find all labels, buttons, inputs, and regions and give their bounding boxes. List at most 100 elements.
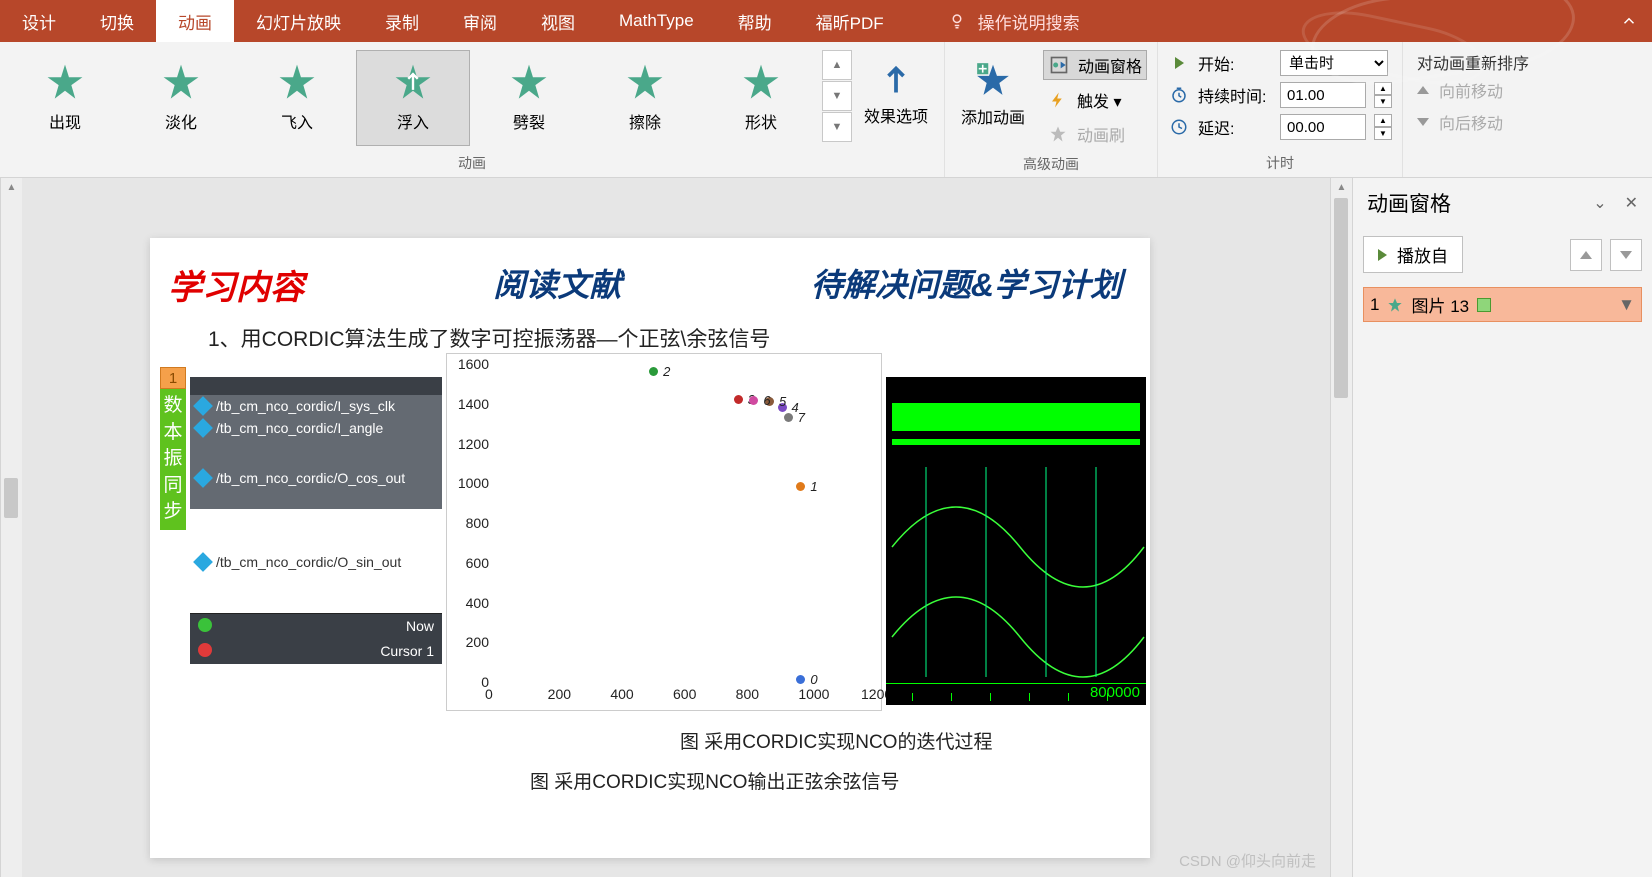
caption-2: 图 采用CORDIC实现NCO输出正弦余弦信号 xyxy=(530,767,899,794)
tab-design[interactable]: 设计 xyxy=(0,0,78,42)
caption-1: 图 采用CORDIC实现NCO的迭代过程 xyxy=(680,727,992,754)
chart-point: 1 xyxy=(810,479,817,494)
animation-pane-label: 动画窗格 xyxy=(1078,53,1142,77)
scatter-chart: 0200400600800100012001400160002004006008… xyxy=(446,353,882,711)
item-label: 图片 13 xyxy=(1411,292,1469,317)
main-area: ▲ 学习内容 阅读文献 待解决问题&学习计划 1、用CORDIC算法生成了数字可… xyxy=(0,178,1652,877)
pane-close-icon[interactable]: ✕ xyxy=(1625,193,1638,213)
effect-options-button[interactable]: 效果选项 xyxy=(852,46,940,142)
delay-icon xyxy=(1168,116,1190,138)
add-animation-button[interactable]: 添加动画 xyxy=(949,46,1037,142)
anim-floatin[interactable]: 浮入 xyxy=(356,50,470,146)
signal-row: /tb_cm_nco_cordic/O_sin_out xyxy=(190,551,442,573)
duration-label: 持续时间: xyxy=(1198,83,1272,107)
chart-point: 6 xyxy=(763,393,770,408)
section-advanced-label: 高级动画 xyxy=(949,152,1153,176)
trigger-label: 触发 ▾ xyxy=(1077,88,1121,112)
diamond-icon xyxy=(193,396,213,416)
diamond-icon xyxy=(193,418,213,438)
play-icon xyxy=(1378,249,1387,261)
gallery-up[interactable]: ▲ xyxy=(822,50,852,80)
animation-list-item[interactable]: 1 图片 13 ▼ xyxy=(1363,287,1642,322)
anim-fade[interactable]: 淡化 xyxy=(124,50,238,146)
slide[interactable]: 学习内容 阅读文献 待解决问题&学习计划 1、用CORDIC算法生成了数字可控振… xyxy=(150,238,1150,858)
add-animation-label: 添加动画 xyxy=(961,104,1025,128)
move-later-button: 向后移动 xyxy=(1417,106,1529,138)
duration-icon xyxy=(1168,84,1190,106)
anim-label: 淡化 xyxy=(165,109,197,133)
lightbulb-icon xyxy=(946,10,968,32)
anim-label: 形状 xyxy=(745,109,777,133)
collapse-ribbon-icon[interactable] xyxy=(1606,0,1652,42)
start-icon xyxy=(1168,52,1190,74)
anim-label: 劈裂 xyxy=(513,109,545,133)
tab-transition[interactable]: 切换 xyxy=(78,0,156,42)
item-dropdown-icon[interactable]: ▼ xyxy=(1618,295,1635,315)
diamond-icon xyxy=(193,552,213,572)
tab-foxit[interactable]: 福昕PDF xyxy=(794,0,906,42)
tab-animation[interactable]: 动画 xyxy=(156,0,234,42)
duration-input[interactable]: 01.00 xyxy=(1280,82,1366,108)
trigger-icon xyxy=(1047,89,1069,111)
delay-up[interactable]: ▲ xyxy=(1374,114,1392,127)
down-icon xyxy=(1417,118,1429,126)
anim-label: 擦除 xyxy=(629,109,661,133)
ribbon-tabs: 设计 切换 动画 幻灯片放映 录制 审阅 视图 MathType 帮助 福昕PD… xyxy=(0,0,1652,42)
diamond-icon xyxy=(193,468,213,488)
signal-row: /tb_cm_nco_cordic/O_cos_out xyxy=(190,467,442,489)
wave-footer: Cursor 1 xyxy=(190,639,442,664)
tell-me-label: 操作说明搜索 xyxy=(978,9,1080,34)
slide-scrollbar[interactable]: ▲ xyxy=(1330,178,1352,877)
section-animation-label: 动画 xyxy=(4,151,940,175)
slide-canvas[interactable]: 学习内容 阅读文献 待解决问题&学习计划 1、用CORDIC算法生成了数字可控振… xyxy=(22,178,1330,877)
timeline-marker xyxy=(1477,298,1491,312)
tab-record[interactable]: 录制 xyxy=(363,0,441,42)
delay-down[interactable]: ▼ xyxy=(1374,127,1392,140)
start-label: 开始: xyxy=(1198,51,1272,75)
tab-review[interactable]: 审阅 xyxy=(441,0,519,42)
tab-view[interactable]: 视图 xyxy=(519,0,597,42)
painter-label: 动画刷 xyxy=(1077,122,1125,146)
animation-pane-toggle[interactable]: 动画窗格 xyxy=(1043,50,1147,80)
play-from-button[interactable]: 播放自 xyxy=(1363,236,1463,273)
left-scrollbar[interactable]: ▲ xyxy=(0,178,22,877)
pane-title: 动画窗格 xyxy=(1367,188,1451,218)
move-up-button[interactable] xyxy=(1570,239,1602,271)
watermark: CSDN @仰头向前走 xyxy=(1179,850,1316,871)
chart-point: 5 xyxy=(779,394,786,409)
pane-collapse-icon[interactable]: ⌄ xyxy=(1593,193,1606,213)
anim-split[interactable]: 劈裂 xyxy=(472,50,586,146)
anim-label: 浮入 xyxy=(397,109,429,133)
section-timing-label: 计时 xyxy=(1162,151,1398,175)
wf-value: 800000 xyxy=(1090,684,1140,701)
heading-1: 学习内容 xyxy=(168,260,304,309)
anim-wipe[interactable]: 擦除 xyxy=(588,50,702,146)
move-down-button[interactable] xyxy=(1610,239,1642,271)
tab-help[interactable]: 帮助 xyxy=(716,0,794,42)
delay-label: 延迟: xyxy=(1198,115,1272,139)
animation-pane: 动画窗格 ⌄ ✕ 播放自 1 图片 13 ▼ xyxy=(1352,178,1652,877)
anim-label: 出现 xyxy=(49,109,81,133)
sine-wave-icon xyxy=(886,377,1146,705)
delay-input[interactable]: 00.00 xyxy=(1280,114,1366,140)
section-reorder-label xyxy=(1407,171,1539,175)
trigger-button[interactable]: 触发 ▾ xyxy=(1043,86,1147,114)
heading-2: 阅读文献 xyxy=(493,260,621,309)
effect-options-label: 效果选项 xyxy=(864,103,928,127)
waveform-panel: 800000 xyxy=(886,377,1146,705)
anim-appear[interactable]: 出现 xyxy=(8,50,122,146)
signal-row: /tb_cm_nco_cordic/I_sys_clk xyxy=(190,395,442,417)
anim-flyin[interactable]: 飞入 xyxy=(240,50,354,146)
tab-mathtype[interactable]: MathType xyxy=(597,0,716,42)
move-later-label: 向后移动 xyxy=(1439,110,1503,134)
gallery-more[interactable]: ▼ xyxy=(822,112,852,142)
gallery-down[interactable]: ▼ xyxy=(822,81,852,111)
heading-3: 待解决问题&学习计划 xyxy=(811,260,1122,309)
pane-icon xyxy=(1048,54,1070,76)
dur-down[interactable]: ▼ xyxy=(1374,95,1392,108)
tell-me-search[interactable]: 操作说明搜索 xyxy=(924,0,1102,42)
anim-shape[interactable]: 形状 xyxy=(704,50,818,146)
tab-slideshow[interactable]: 幻灯片放映 xyxy=(234,0,363,42)
animation-tag[interactable]: 1 xyxy=(160,367,186,389)
chart-point: 2 xyxy=(663,364,670,379)
